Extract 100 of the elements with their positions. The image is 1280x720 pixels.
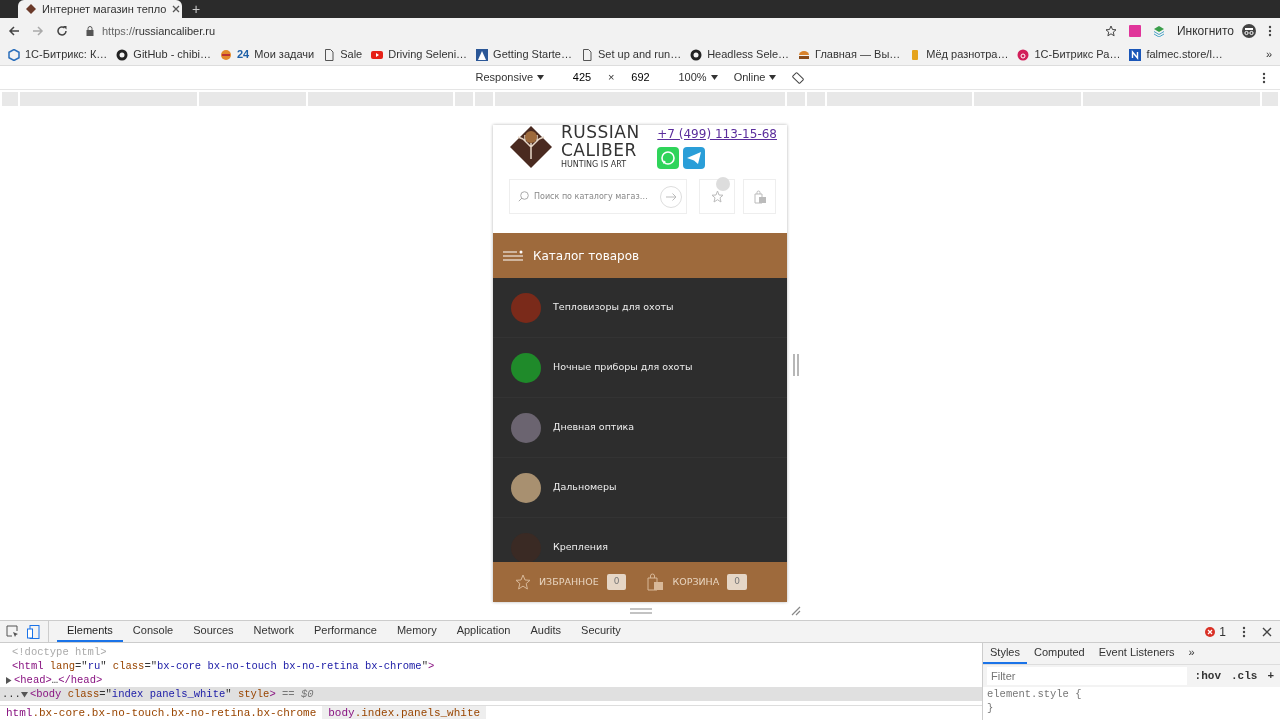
photo-placeholder xyxy=(511,412,541,443)
ring-icon xyxy=(1017,48,1030,61)
bookmark[interactable]: Getting Starte… xyxy=(476,46,572,63)
more-dots[interactable]: ... xyxy=(2,687,21,701)
rotate-icon[interactable] xyxy=(792,71,805,84)
bookmark[interactable]: 1С-Битрикс: К… xyxy=(8,46,108,63)
style-toolbar-button[interactable]: .cls xyxy=(1229,667,1260,685)
favorites-count: 0 xyxy=(606,574,627,590)
bookmark[interactable]: Set up and run… xyxy=(580,46,682,63)
more-bookmarks-button[interactable]: » xyxy=(1265,46,1272,63)
bookmark[interactable]: 1С-Битрикс Ра… xyxy=(1017,46,1121,63)
disc-icon xyxy=(220,48,232,61)
lock-icon xyxy=(86,26,94,36)
address-bar-url[interactable]: https://russiancaliber.ru xyxy=(102,22,216,40)
dom-line[interactable]: <head>…</head> xyxy=(14,673,103,687)
photo-placeholder xyxy=(511,472,541,503)
devtools-tab[interactable]: Console xyxy=(122,621,184,642)
catalog-bar[interactable]: Каталог товаров xyxy=(493,233,787,278)
bookmark[interactable]: Главная — Вы… xyxy=(798,46,901,63)
back-arrow-icon[interactable] xyxy=(8,25,20,37)
star-icon[interactable] xyxy=(515,574,531,590)
styles-tab[interactable]: Computed xyxy=(1026,643,1092,664)
logo-text: RUSSIAN xyxy=(561,125,640,141)
incognito-icon xyxy=(1242,24,1256,38)
breadcrumb[interactable]: body.index.panels_white xyxy=(322,706,487,719)
menu-icon[interactable] xyxy=(1262,72,1266,84)
more-tabs-button[interactable]: » xyxy=(1181,643,1202,664)
styles-tab[interactable]: Event Listeners xyxy=(1091,643,1182,664)
times-sign: × xyxy=(608,70,615,86)
devtools-tab[interactable]: Application xyxy=(446,621,521,642)
resize-corner-icon[interactable] xyxy=(791,606,801,616)
devtools-tab[interactable]: Memory xyxy=(386,621,447,642)
dom-line[interactable]: <html lang="ru" class="bx-core bx-no-touch bx-no-retina bx-chrome"> xyxy=(0,659,982,673)
logo-tagline: HUNTING IS ART xyxy=(561,159,628,171)
zoom-dropdown[interactable]: 100% xyxy=(678,69,718,86)
antler-logo-icon xyxy=(509,125,553,169)
bag-icon[interactable] xyxy=(646,573,665,591)
profile-label: Инкогнито xyxy=(1176,23,1234,40)
bookmark[interactable]: Мёд разнотра… xyxy=(909,46,1009,63)
caret-icon xyxy=(769,75,777,80)
bookmark[interactable]: Sale xyxy=(323,46,363,63)
category-item[interactable]: Дневная оптика xyxy=(493,398,787,458)
devtools-tab[interactable]: Security xyxy=(571,621,631,642)
bookmark[interactable]: GitHub - chibi… xyxy=(116,46,211,63)
breadcrumb[interactable]: html.bx-core.bx-no-touch.bx-no-retina.bx-chrome xyxy=(0,706,323,719)
diamond-icon xyxy=(26,4,36,14)
square-extension-icon[interactable] xyxy=(1128,25,1141,37)
error-icon xyxy=(1205,626,1216,637)
star-icon[interactable] xyxy=(1104,25,1117,37)
devtools-tab[interactable]: Network xyxy=(243,621,304,642)
cart-count: 0 xyxy=(727,574,747,590)
network-dropdown[interactable]: Online xyxy=(733,69,777,86)
style-toolbar-button[interactable]: + xyxy=(1265,667,1276,685)
close-icon[interactable] xyxy=(172,5,181,13)
bookmark[interactable]: falmec.store/l… xyxy=(1129,46,1223,63)
devtools-tab[interactable]: Audits xyxy=(520,621,572,642)
phone-link[interactable]: +7 (499) 113-15-68 xyxy=(657,125,777,143)
layers-extension-icon[interactable] xyxy=(1152,25,1165,37)
hexagon-icon xyxy=(8,48,20,61)
toggle-triangle-icon[interactable] xyxy=(20,690,28,698)
browser-tab[interactable]: Интернет магазин тепло xyxy=(18,0,182,18)
devtools-tab[interactable]: Elements xyxy=(57,621,123,642)
bookmark[interactable]: 24 Мои задачи xyxy=(220,46,315,63)
bookmark[interactable]: Driving Seleni… xyxy=(371,46,468,63)
inspect-icon[interactable] xyxy=(6,625,19,638)
count-badge xyxy=(716,177,730,191)
bookmark[interactable]: Headless Sele… xyxy=(690,46,790,63)
reload-icon[interactable] xyxy=(56,25,68,37)
menu-lines-icon xyxy=(503,249,523,262)
paper-plane-icon[interactable] xyxy=(683,147,706,169)
device-mode-dropdown[interactable]: Responsive xyxy=(475,69,545,86)
dom-line[interactable]: <body class="index panels_white" style> == $0 xyxy=(29,687,314,701)
cake-icon xyxy=(798,48,811,61)
devtools-tab[interactable]: Performance xyxy=(303,621,387,642)
error-count[interactable]: 1 xyxy=(1219,622,1226,641)
category-item[interactable]: Тепловизоры для охоты xyxy=(493,278,787,338)
resize-handle-icon[interactable] xyxy=(630,608,652,614)
page-icon xyxy=(580,48,593,61)
toggle-triangle-icon[interactable] xyxy=(5,676,12,684)
close-icon[interactable] xyxy=(1262,626,1272,637)
caret-icon xyxy=(537,75,545,80)
css-rule-text: } xyxy=(986,701,995,715)
bag-icon xyxy=(752,189,767,204)
filter-field[interactable]: Filter xyxy=(987,667,1187,685)
menu-icon[interactable] xyxy=(1242,625,1246,638)
style-toolbar-button[interactable]: :hov xyxy=(1192,667,1223,685)
letter-n-icon xyxy=(1129,48,1142,61)
category-item[interactable]: Дальномеры xyxy=(493,458,787,518)
page-icon xyxy=(323,48,336,61)
caret-icon xyxy=(710,75,718,80)
css-rule-text: element.style { xyxy=(986,687,1083,701)
new-tab-button[interactable]: + xyxy=(182,0,211,18)
logo-text: CALIBER xyxy=(561,141,638,159)
menu-icon[interactable] xyxy=(1268,25,1272,37)
photo-placeholder xyxy=(511,352,541,383)
resize-handle-icon[interactable] xyxy=(793,354,799,376)
category-item[interactable]: Ночные приборы для охоты xyxy=(493,338,787,398)
photo-placeholder xyxy=(511,292,541,323)
device-icon[interactable] xyxy=(27,624,40,639)
devtools-tab[interactable]: Sources xyxy=(183,621,244,642)
